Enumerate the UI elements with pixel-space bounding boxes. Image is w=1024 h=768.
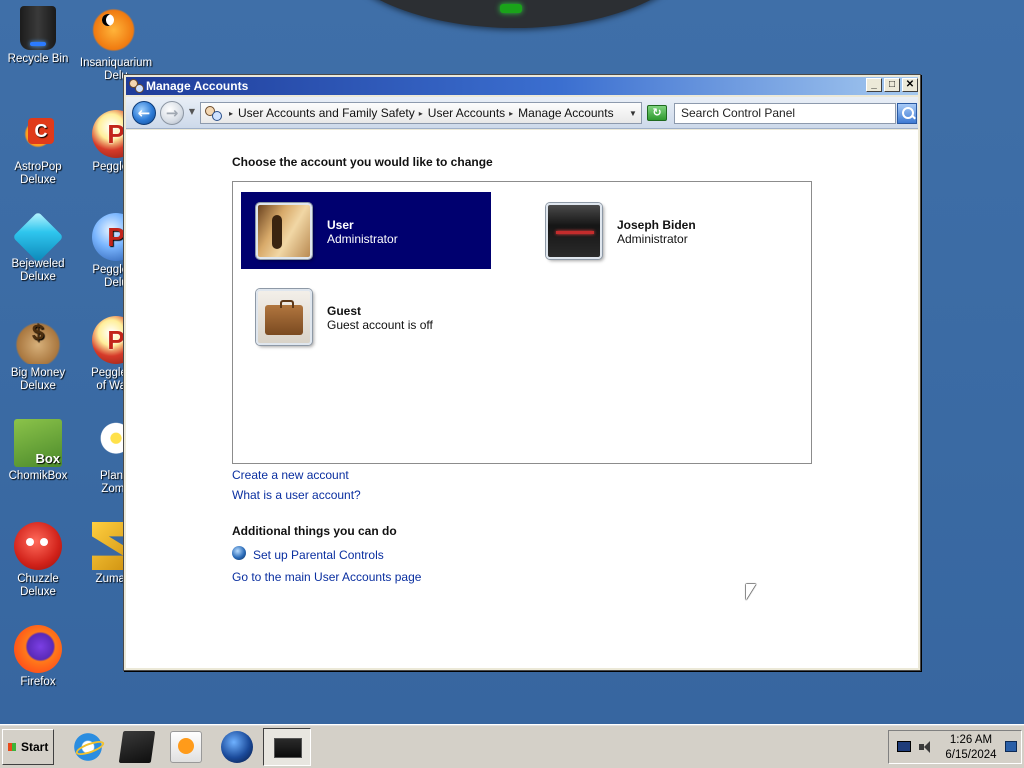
briefcase-picture-icon: [256, 289, 312, 345]
system-tray: 1:26 AM 6/15/2024: [888, 730, 1022, 764]
breadcrumb-manage-accounts[interactable]: ▸ Manage Accounts: [505, 106, 613, 120]
account-role: Guest account is off: [327, 318, 433, 332]
breadcrumb-label[interactable]: Manage Accounts: [518, 106, 613, 120]
address-dropdown-icon[interactable]: ▼: [625, 109, 641, 118]
main-user-accounts-link[interactable]: Go to the main User Accounts page: [232, 570, 421, 584]
breadcrumb-user-accounts[interactable]: ▸ User Accounts: [415, 106, 505, 120]
parental-controls-link[interactable]: Set up Parental Controls: [253, 548, 384, 562]
search-icon[interactable]: [897, 103, 917, 124]
desktop-icon-label: Chuzzle Deluxe: [17, 573, 59, 598]
astropop-icon: [14, 110, 62, 158]
box-app-icon[interactable]: [118, 731, 156, 763]
breadcrumb-user-accounts-family-safety[interactable]: ▸ User Accounts and Family Safety: [225, 106, 415, 120]
manage-accounts-window-icon[interactable]: [263, 728, 311, 766]
desktop-icon-astropop[interactable]: AstroPop Deluxe: [0, 110, 77, 187]
desktop-icon-chuzzle[interactable]: Chuzzle Deluxe: [0, 522, 77, 599]
mouse-pointer-icon: [746, 584, 756, 600]
minimize-button[interactable]: _: [866, 78, 882, 92]
big-money-icon: [14, 316, 62, 364]
show-desktop-icon[interactable]: [1005, 741, 1017, 752]
content-pane: Choose the account you would like to cha…: [126, 130, 918, 668]
create-account-link[interactable]: Create a new account: [232, 468, 349, 482]
guitar-picture-icon: [256, 203, 312, 259]
chuzzle-icon: [14, 522, 62, 570]
account-name: User: [327, 218, 354, 232]
maximize-button[interactable]: □: [884, 78, 900, 92]
firefox-icon: [14, 625, 62, 673]
forward-button[interactable]: →: [160, 101, 184, 125]
search-input[interactable]: Search Control Panel: [674, 103, 896, 124]
desktop-icon-firefox[interactable]: Firefox: [0, 625, 77, 689]
page-heading: Choose the account you would like to cha…: [232, 155, 493, 169]
globe-app-icon[interactable]: [221, 731, 253, 763]
clock-date[interactable]: 6/15/2024: [941, 749, 1001, 761]
breadcrumb-label[interactable]: User Accounts and Family Safety: [238, 106, 415, 120]
recent-pages-dropdown[interactable]: ▼: [187, 107, 197, 117]
desktop-icon-insaniquarium[interactable]: Insaniquarium Delu: [77, 6, 155, 83]
insaniquarium-icon: [92, 6, 140, 54]
account-role: Administrator: [327, 232, 398, 246]
desktop-icon-label: Firefox: [20, 676, 56, 688]
chomikbox-icon: [14, 419, 62, 467]
account-name: Joseph Biden: [617, 218, 696, 232]
desktop-icon-chomikbox[interactable]: ChomikBox: [0, 419, 77, 483]
desktop-icon-recycle-bin[interactable]: Recycle Bin: [0, 6, 77, 66]
chevron-right-icon[interactable]: ▸: [509, 109, 513, 118]
desktop-icon-label: Big Money Deluxe: [10, 367, 66, 392]
refresh-button[interactable]: ↻: [647, 105, 667, 121]
desktop-icon-big-money[interactable]: Big Money Deluxe: [0, 316, 77, 393]
user-accounts-icon: [129, 79, 144, 93]
dark-device-picture-icon: [546, 203, 602, 259]
green-led-icon: [500, 4, 522, 13]
parental-controls-icon: [232, 546, 246, 560]
breadcrumb-label[interactable]: User Accounts: [428, 106, 505, 120]
what-is-user-account-link[interactable]: What is a user account?: [232, 488, 361, 502]
desktop-icon-label: AstroPop Deluxe: [14, 161, 62, 186]
start-button[interactable]: Start: [2, 729, 54, 765]
account-list: User Administrator Joseph Biden Administ…: [232, 181, 812, 464]
windows-logo-icon: [8, 743, 16, 751]
user-accounts-icon: [205, 105, 222, 121]
top-dome-device: [330, 0, 700, 28]
back-button[interactable]: ←: [132, 101, 156, 125]
navigation-toolbar: ← → ▼ ▸ User Accounts and Family Safety …: [126, 97, 918, 129]
desktop-icon-label: Bejeweled Deluxe: [11, 258, 65, 283]
additional-things-heading: Additional things you can do: [232, 524, 397, 538]
network-icon[interactable]: [897, 741, 911, 752]
desktop-icon-label: Recycle Bin: [7, 53, 69, 65]
clock-time[interactable]: 1:26 AM: [941, 734, 1001, 746]
media-player-icon[interactable]: [170, 731, 202, 763]
desktop-icon-bejeweled[interactable]: Bejeweled Deluxe: [0, 211, 77, 284]
chevron-right-icon[interactable]: ▸: [419, 109, 423, 118]
taskbar: Start 1:26 AM 6/15/2024: [0, 724, 1024, 768]
address-bar[interactable]: ▸ User Accounts and Family Safety ▸ User…: [200, 102, 642, 124]
account-tile-user[interactable]: User Administrator: [241, 192, 491, 269]
start-label: Start: [21, 740, 49, 754]
account-tile-guest[interactable]: Guest Guest account is off: [241, 278, 491, 355]
account-name: Guest: [327, 304, 362, 318]
volume-icon[interactable]: [919, 741, 931, 753]
title-bar[interactable]: Manage Accounts _ □ ✕: [126, 77, 918, 95]
close-button[interactable]: ✕: [902, 78, 918, 92]
manage-accounts-window: Manage Accounts _ □ ✕ ← → ▼ ▸ User Accou…: [123, 74, 921, 671]
bejeweled-icon: [12, 211, 64, 263]
desktop-icon-label: ChomikBox: [8, 470, 68, 482]
internet-explorer-icon[interactable]: [72, 731, 104, 763]
account-tile-joseph-biden[interactable]: Joseph Biden Administrator: [531, 192, 781, 269]
account-role: Administrator: [617, 232, 688, 246]
recycle-bin-icon: [20, 6, 56, 50]
window-title: Manage Accounts: [146, 79, 249, 93]
chevron-right-icon[interactable]: ▸: [229, 109, 233, 118]
